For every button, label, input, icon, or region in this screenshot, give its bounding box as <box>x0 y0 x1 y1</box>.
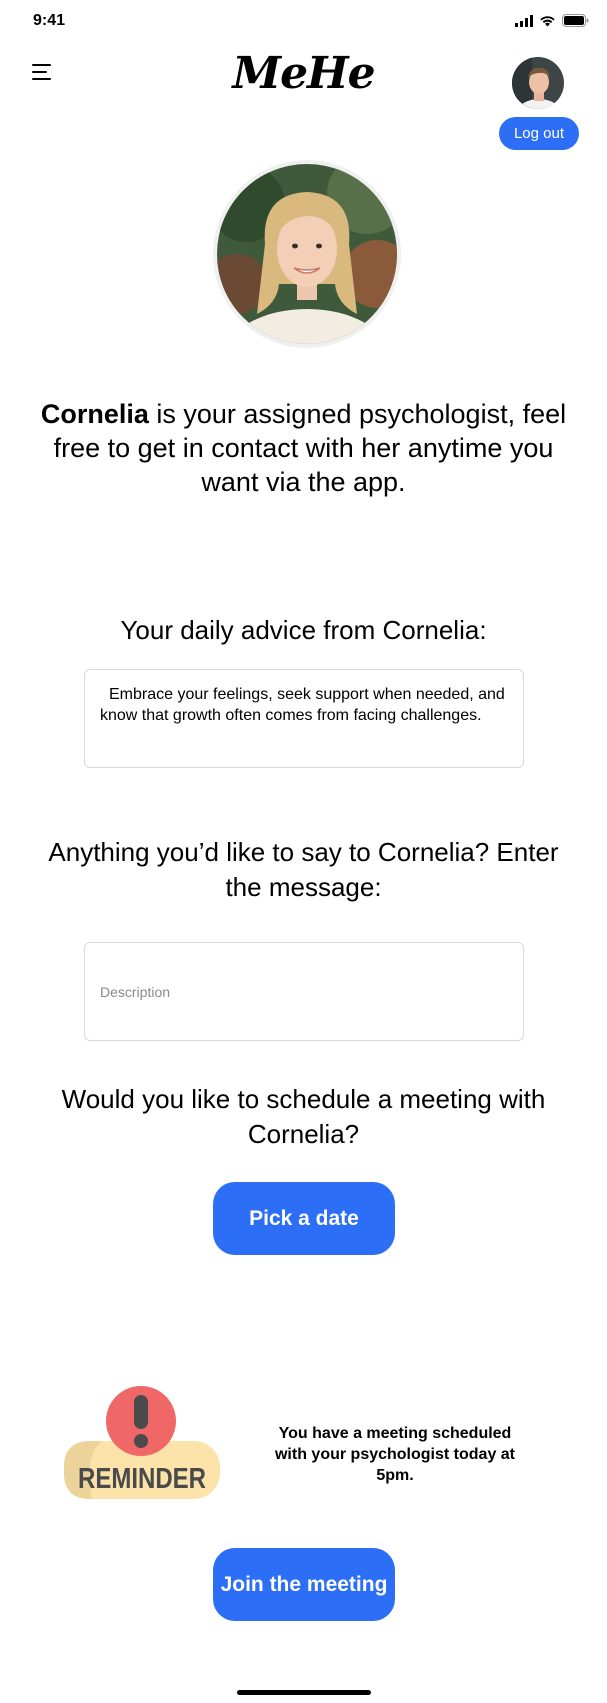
psychologist-photo <box>217 164 397 344</box>
advice-text: Embrace your feelings, seek support when… <box>100 686 505 724</box>
user-avatar[interactable] <box>512 57 564 109</box>
join-meeting-button[interactable]: Join the meeting <box>213 1548 395 1621</box>
wifi-icon <box>540 15 555 26</box>
reminder-badge-text: REMINDER <box>78 1463 206 1495</box>
reminder-text: You have a meeting scheduled with your p… <box>274 1425 516 1484</box>
home-indicator[interactable] <box>237 1690 371 1695</box>
advice-heading: Your daily advice from Cornelia: <box>120 615 487 645</box>
signal-icon <box>515 14 533 27</box>
advice-box: Embrace your feelings, seek support when… <box>84 669 524 768</box>
status-time: 9:41 <box>33 12 66 29</box>
battery-icon <box>562 14 589 27</box>
logout-button[interactable]: Log out <box>499 117 579 150</box>
message-input[interactable] <box>84 942 524 1041</box>
psychologist-name: Cornelia <box>40 399 149 429</box>
status-icons <box>515 14 589 27</box>
schedule-heading: Would you like to schedule a meeting wit… <box>61 1084 546 1149</box>
message-heading: Anything you’d like to say to Cornelia? … <box>48 837 559 902</box>
psychologist-intro: Cornelia is your assigned psychologist, … <box>40 397 567 499</box>
pick-date-button[interactable]: Pick a date <box>213 1182 395 1255</box>
reminder-illustration: REMINDER <box>62 1385 222 1503</box>
